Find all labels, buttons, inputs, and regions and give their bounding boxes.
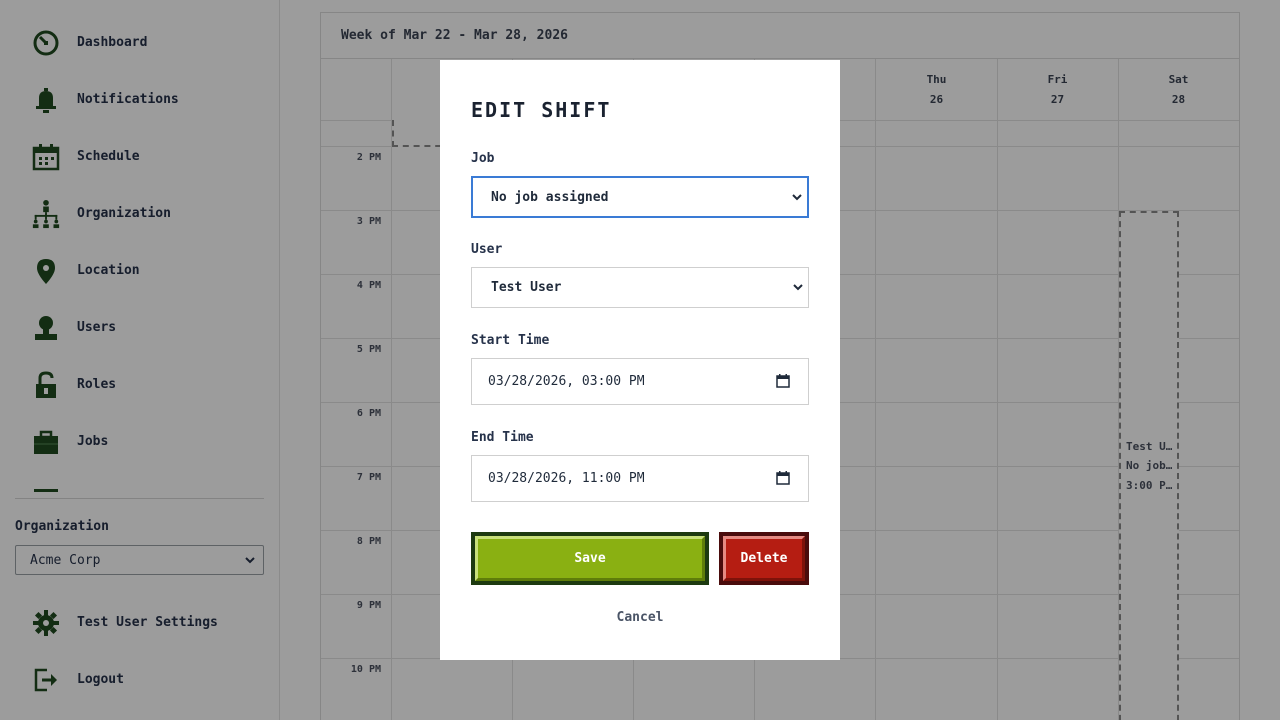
- delete-button[interactable]: Delete: [719, 532, 809, 585]
- end-time-input[interactable]: 03/28/2026, 11:00 PM: [471, 455, 809, 502]
- job-select[interactable]: No job assigned: [471, 176, 809, 218]
- save-button-label: Save: [475, 536, 705, 581]
- user-label: User: [471, 242, 503, 257]
- calendar-picker-icon[interactable]: [776, 471, 790, 485]
- user-select[interactable]: Test User: [471, 267, 809, 308]
- modal-title: Edit Shift: [471, 98, 612, 122]
- start-time-label: Start Time: [471, 333, 550, 348]
- user-select-value: Test User: [491, 280, 562, 295]
- save-button[interactable]: Save: [471, 532, 709, 585]
- cancel-button[interactable]: Cancel: [440, 610, 840, 625]
- start-time-input[interactable]: 03/28/2026, 03:00 PM: [471, 358, 809, 405]
- chevron-down-icon: [793, 284, 803, 291]
- chevron-down-icon: [792, 194, 802, 201]
- end-time-label: End Time: [471, 430, 534, 445]
- delete-button-label: Delete: [723, 536, 805, 581]
- job-select-value: No job assigned: [491, 189, 609, 205]
- start-time-value: 03/28/2026, 03:00 PM: [488, 374, 645, 389]
- end-time-value: 03/28/2026, 11:00 PM: [488, 471, 645, 486]
- edit-shift-modal: Edit Shift Job No job assigned User Test…: [440, 60, 840, 660]
- calendar-picker-icon[interactable]: [776, 374, 790, 388]
- job-label: Job: [471, 151, 495, 166]
